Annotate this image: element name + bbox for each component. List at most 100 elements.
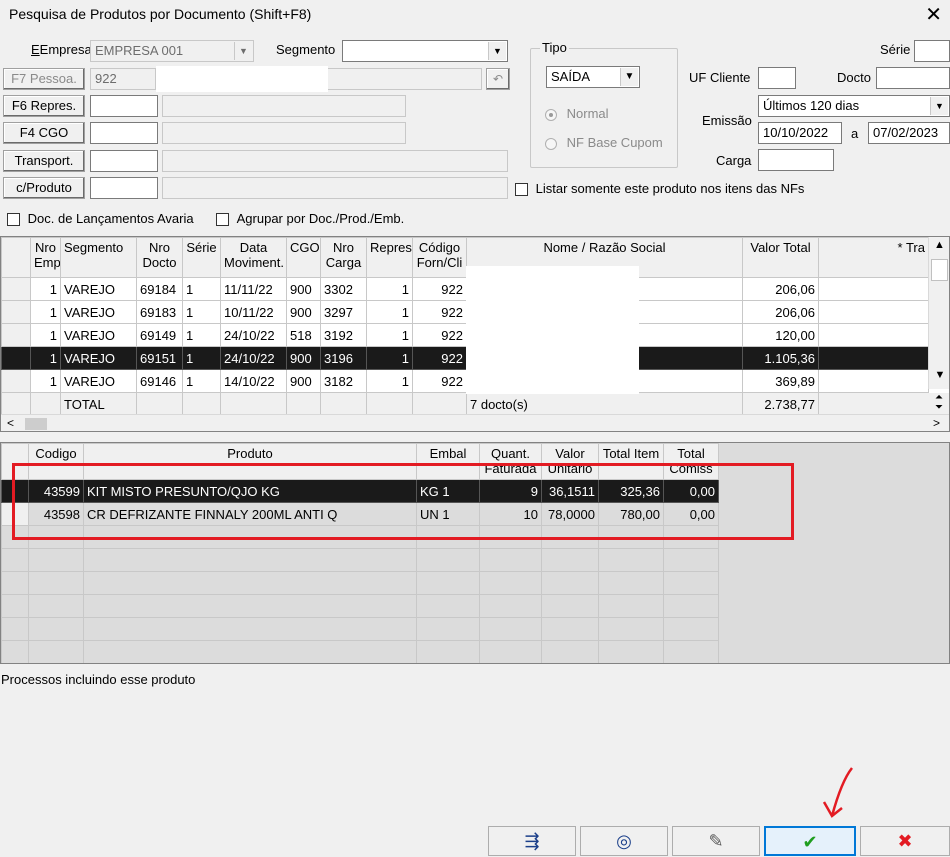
row-indicator <box>1 571 29 595</box>
cell-data: 24/10/22 <box>220 323 287 347</box>
transport-button[interactable]: Transport. <box>3 150 85 172</box>
chevron-down-icon[interactable]: ▼ <box>234 42 252 60</box>
h-scroll-thumb[interactable] <box>25 418 47 430</box>
radio-normal-indicator[interactable] <box>545 108 557 121</box>
empty-cell <box>28 594 84 618</box>
uf-cliente-input[interactable] <box>758 67 796 89</box>
empresa-select[interactable]: EMPRESA 001 ▼ <box>90 40 254 62</box>
repres-code-input[interactable] <box>90 95 158 117</box>
close-icon[interactable]: ✕ <box>925 2 942 27</box>
total-spin-icon[interactable]: ⏶ ⏷ <box>928 393 949 415</box>
scroll-thumb[interactable] <box>931 259 948 281</box>
listar-check-box[interactable] <box>515 183 528 197</box>
table-row[interactable]: 1 VAREJO 69146 1 14/10/22 900 3182 1 922… <box>1 369 929 393</box>
row-indicator <box>1 323 31 347</box>
check-icon[interactable]: ✔ <box>764 826 856 856</box>
emissao-select[interactable]: Últimos 120 dias ▼ <box>758 95 950 117</box>
data-inicial-input[interactable]: 10/10/2022 <box>758 122 842 144</box>
col-cgo[interactable]: CGO <box>286 237 321 278</box>
docto-input[interactable] <box>876 67 950 89</box>
table-row[interactable]: 1 VAREJO 69183 1 10/11/22 900 3297 1 922… <box>1 300 929 324</box>
cell-repres: 1 <box>366 346 413 370</box>
c-produto-button[interactable]: c/Produto <box>3 177 85 199</box>
highlight-annotation-box <box>12 463 794 540</box>
carga-input[interactable] <box>758 149 834 171</box>
col-valor-total[interactable]: Valor Total <box>742 237 819 278</box>
row-indicator <box>1 277 31 301</box>
scroll-left-icon[interactable]: < <box>7 416 14 430</box>
tipo-select[interactable]: SAÍDA ▼ <box>546 66 640 88</box>
radio-nf-base-cupom[interactable]: NF Base Cupom <box>545 135 663 150</box>
cgo-name-input <box>162 122 406 144</box>
emissao-label: Emissão <box>702 113 752 128</box>
col-nro-docto[interactable]: Nro Docto <box>136 237 183 278</box>
serie-input[interactable] <box>914 40 950 62</box>
cell-tra <box>818 323 929 347</box>
scroll-down-icon[interactable]: ▼ <box>929 367 949 385</box>
avaria-check-box[interactable] <box>7 213 20 227</box>
empty-cell <box>83 617 417 641</box>
f7-pessoa-button[interactable]: F7 Pessoa. <box>3 68 85 90</box>
chevron-down-icon[interactable]: ▼ <box>488 42 506 60</box>
produto-code-input[interactable] <box>90 177 158 199</box>
data-final-input[interactable]: 07/02/2023 <box>868 122 950 144</box>
cell-data: 14/10/22 <box>220 369 287 393</box>
segmento-label: Segmento <box>276 42 336 57</box>
row-indicator <box>1 617 29 641</box>
agrupar-checkbox[interactable]: Agrupar por Doc./Prod./Emb. <box>216 211 404 227</box>
empty-cell <box>83 594 417 618</box>
horizontal-scrollbar[interactable]: < > <box>1 414 949 431</box>
undo-icon[interactable]: ↶ <box>486 68 510 90</box>
redacted-area <box>156 66 328 92</box>
col-serie[interactable]: Série <box>182 237 221 278</box>
col-repres[interactable]: Repres <box>366 237 413 278</box>
cancel-icon[interactable]: ✖ <box>860 826 950 856</box>
col-tra[interactable]: * Tra <box>818 237 929 278</box>
tipo-label: Tipo <box>540 40 569 55</box>
cell-segmento: VAREJO <box>60 277 137 301</box>
cell-nro-docto: 69183 <box>136 300 183 324</box>
col-nro-carga[interactable]: Nro Carga <box>320 237 367 278</box>
scroll-right-icon[interactable]: > <box>933 416 940 430</box>
col-data-moviment[interactable]: Data Moviment. <box>220 237 287 278</box>
listar-checkbox[interactable]: Listar somente este produto nos itens da… <box>515 181 804 197</box>
chevron-down-icon[interactable]: ▼ <box>620 68 638 86</box>
empty-cell <box>598 640 664 663</box>
binoculars-icon[interactable]: ◎ <box>580 826 668 856</box>
col-codigo-forn-cli[interactable]: Código Forn/Cli <box>412 237 467 278</box>
total-blank <box>818 392 929 416</box>
cgo-code-input[interactable] <box>90 122 158 144</box>
cell-segmento: VAREJO <box>60 369 137 393</box>
annotation-arrow-icon <box>822 767 853 818</box>
col-nro-emp[interactable]: Nro Emp <box>30 237 61 278</box>
empty-cell <box>83 571 417 595</box>
cell-valor-total: 206,06 <box>742 300 819 324</box>
cell-serie: 1 <box>182 323 221 347</box>
table-row-selected[interactable]: 1 VAREJO 69151 1 24/10/22 900 3196 1 922… <box>1 346 929 370</box>
scroll-up-icon[interactable]: ▲ <box>929 237 949 255</box>
cell-tra <box>818 300 929 324</box>
radio-nfbase-indicator[interactable] <box>545 137 557 150</box>
segmento-select[interactable]: ▼ <box>342 40 508 62</box>
cell-repres: 1 <box>366 323 413 347</box>
cell-repres: 1 <box>366 369 413 393</box>
export-icon[interactable]: ⇶ <box>488 826 576 856</box>
empty-cell <box>83 548 417 572</box>
col-segmento[interactable]: Segmento <box>60 237 137 278</box>
agrupar-check-box[interactable] <box>216 213 229 227</box>
cell-serie: 1 <box>182 277 221 301</box>
cell-valor-total: 206,06 <box>742 277 819 301</box>
chevron-down-icon[interactable]: ▼ <box>930 97 948 115</box>
vertical-scrollbar[interactable]: ▲ ▼ <box>928 237 949 389</box>
total-blank <box>412 392 467 416</box>
table-row[interactable]: 1 VAREJO 69149 1 24/10/22 518 3192 1 922… <box>1 323 929 347</box>
cell-nro-carga: 3182 <box>320 369 367 393</box>
table-row[interactable]: 1 VAREJO 69184 1 11/11/22 900 3302 1 922… <box>1 277 929 301</box>
pessoa-code-input[interactable]: 922 <box>90 68 156 90</box>
f4-cgo-button[interactable]: F4 CGO <box>3 122 85 144</box>
transport-code-input[interactable] <box>90 150 158 172</box>
avaria-checkbox[interactable]: Doc. de Lançamentos Avaria <box>7 211 194 227</box>
eraser-icon[interactable]: ✎ <box>672 826 760 856</box>
f6-repres-button[interactable]: F6 Repres. <box>3 95 85 117</box>
radio-normal[interactable]: Normal <box>545 106 609 121</box>
